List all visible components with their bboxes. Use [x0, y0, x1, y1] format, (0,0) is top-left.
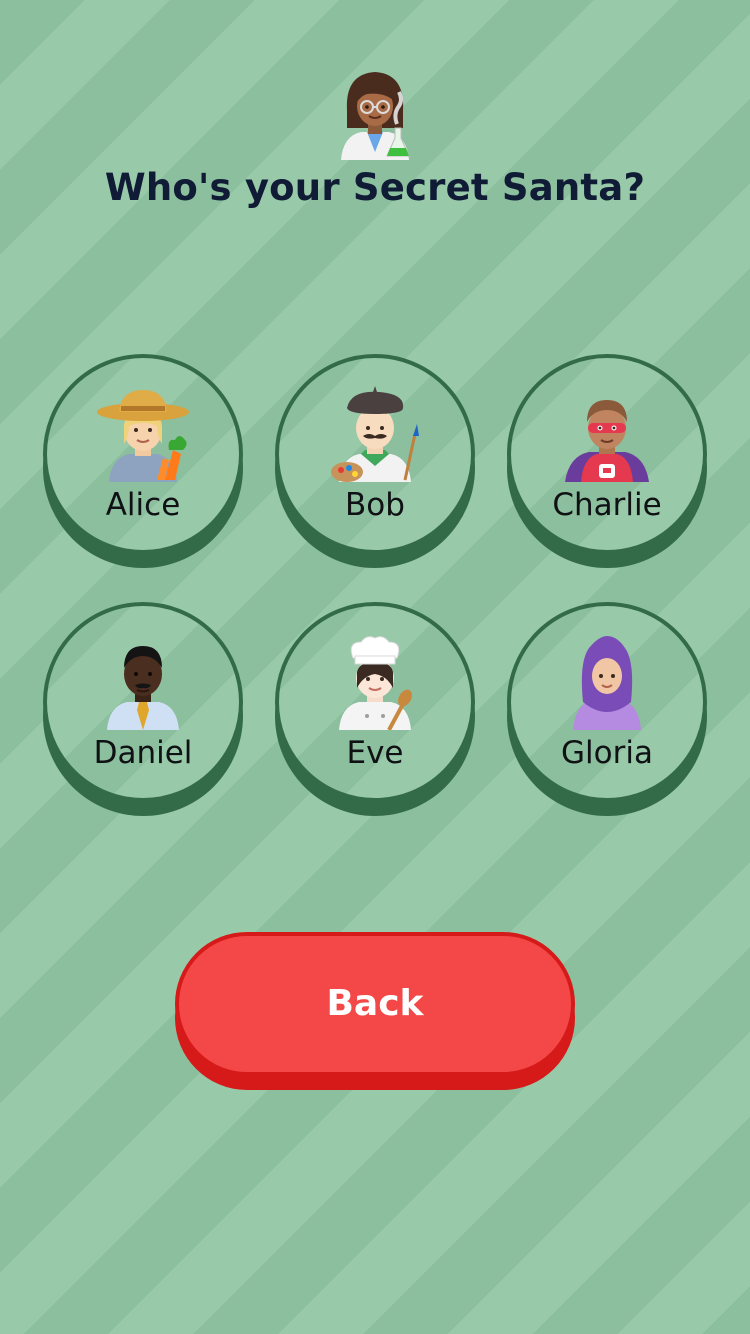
person-eve-button[interactable]: Eve	[275, 602, 475, 816]
office-worker-icon	[107, 646, 179, 730]
person-bob-button[interactable]: Bob	[275, 354, 475, 568]
person-charlie-button[interactable]: Charlie	[507, 354, 707, 568]
back-button-label: Back	[326, 983, 424, 1024]
person-name: Charlie	[552, 487, 662, 523]
header: Who's your Secret Santa?	[0, 66, 750, 209]
woman-scientist-icon	[341, 72, 410, 160]
person-name: Daniel	[93, 735, 193, 771]
person-name: Bob	[345, 487, 405, 523]
person-alice-button[interactable]: Alice	[43, 354, 243, 568]
person-gloria-button[interactable]: Gloria	[507, 602, 707, 816]
person-name: Eve	[346, 735, 404, 771]
back-button[interactable]: Back	[175, 932, 575, 1090]
cook-icon	[339, 636, 412, 730]
superhero-icon	[565, 400, 649, 482]
page-title: Who's your Secret Santa?	[104, 166, 646, 209]
artist-icon	[331, 386, 419, 482]
woman-with-headscarf-icon	[573, 636, 641, 730]
person-name: Alice	[105, 487, 181, 523]
person-name: Gloria	[561, 735, 653, 771]
person-daniel-button[interactable]: Daniel	[43, 602, 243, 816]
farmer-icon	[97, 390, 189, 482]
